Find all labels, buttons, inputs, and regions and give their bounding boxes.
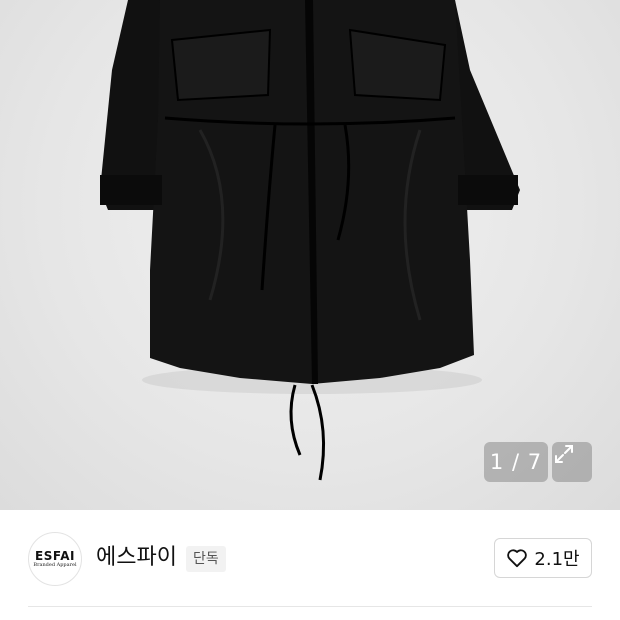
parka-illustration (100, 0, 520, 481)
heart-icon (507, 549, 528, 568)
brand-logo-text: ESFAI (35, 548, 75, 563)
divider (28, 606, 592, 607)
expand-icon (555, 445, 573, 463)
product-image[interactable]: 1 / 7 (0, 0, 620, 510)
brand-logo[interactable]: ESFAI Branded Apparel (28, 532, 82, 586)
image-counter-text: 1 / 7 (489, 450, 543, 474)
exclusive-badge: 단독 (186, 546, 226, 572)
brand-name[interactable]: 에스파이 (96, 543, 177, 573)
expand-button[interactable] (552, 442, 592, 482)
image-counter: 1 / 7 (484, 442, 548, 482)
like-button[interactable]: 2.1만 (494, 538, 592, 578)
brand-logo-subtext: Branded Apparel (33, 561, 77, 568)
like-count: 2.1만 (534, 549, 580, 570)
